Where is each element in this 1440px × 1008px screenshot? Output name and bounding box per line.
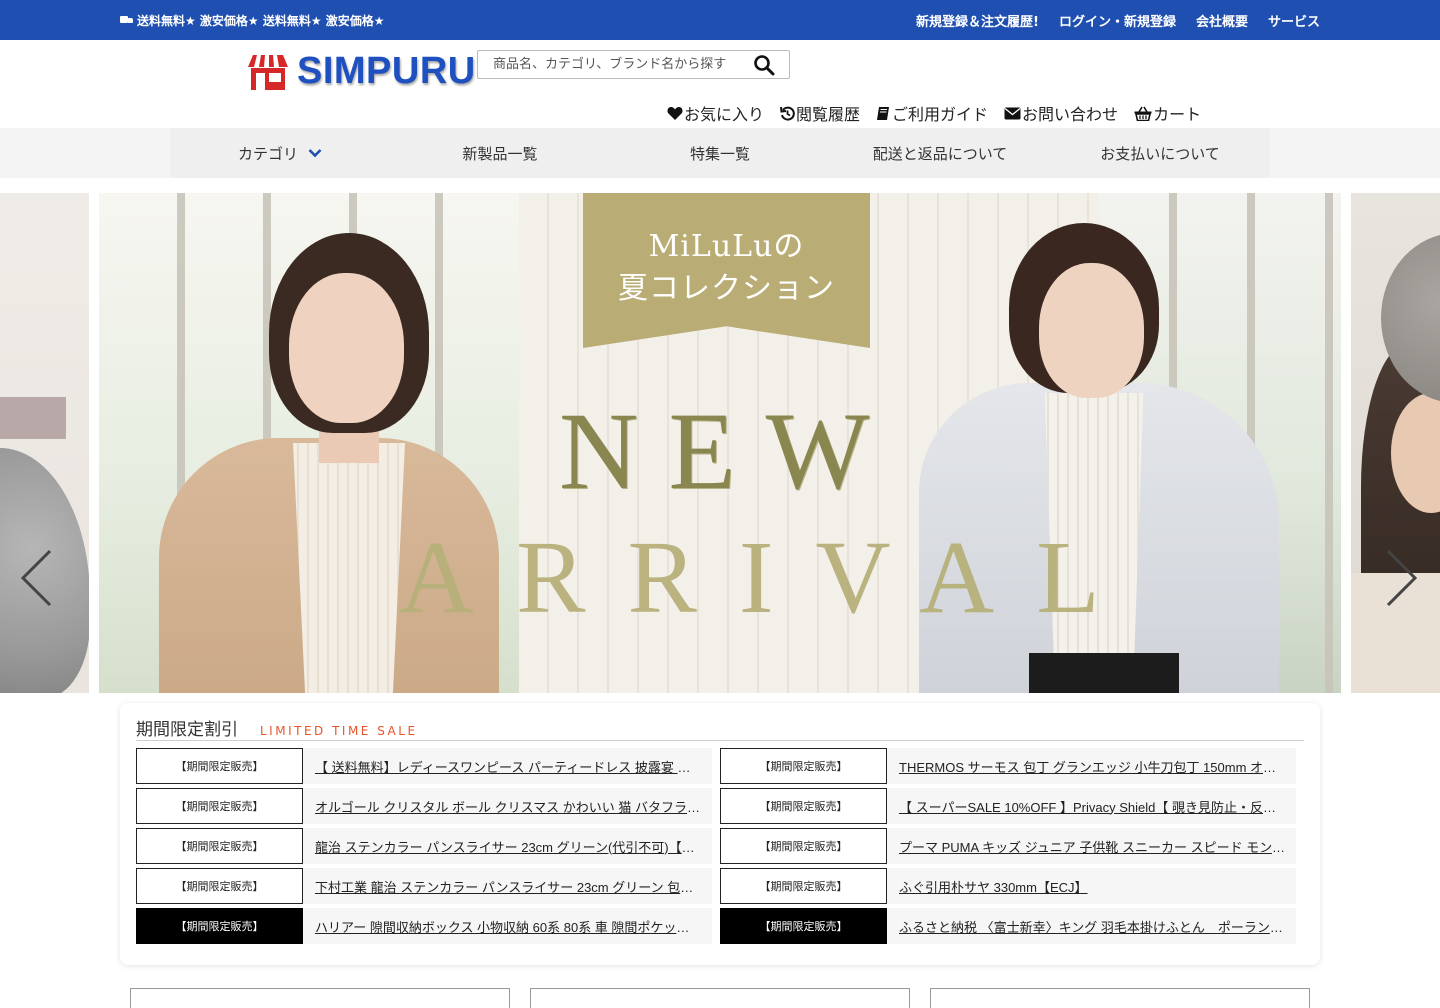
search-icon[interactable] [753, 54, 775, 76]
sale-item-link[interactable]: ふるさと納税 〈富士新幸〉キング 羽毛本掛けふとん ポーランド産 [887, 908, 1296, 944]
sale-item-link[interactable]: オルゴール クリスタル ボール クリスマス かわいい 猫 バタフライ プレゼント [303, 788, 712, 824]
search-box [477, 50, 790, 79]
sale-item: 【期間限定販売】 【 スーパーSALE 10%OFF 】Privacy Shie… [720, 788, 1304, 824]
hero-carousel: MiLuLuの 夏コレクション NEW ARRIVAL [0, 193, 1440, 693]
sale-item: 【期間限定販売】 【 送料無料】レディースワンピース パーティードレス 披露宴 … [136, 748, 720, 784]
sale-item-link[interactable]: ハリアー 隙間収納ボックス 小物収納 60系 80系 車 隙間ポケット 収納 [303, 908, 712, 944]
sale-item: 【期間限定販売】 THERMOS サーモス 包丁 グランエッジ 小牛刀包丁 15… [720, 748, 1304, 784]
sale-item-link[interactable]: 龍治 ステンカラー パンスライサー 23cm グリーン(代引不可)【送料無料】 [303, 828, 712, 864]
nav-category[interactable]: カテゴリ [170, 128, 390, 178]
chevron-down-icon [308, 149, 322, 158]
sale-badge: 【期間限定販売】 [136, 788, 303, 824]
sale-item: 【期間限定販売】 オルゴール クリスタル ボール クリスマス かわいい 猫 バタ… [136, 788, 720, 824]
sale-header: 期間限定割引 LIMITED TIME SALE [136, 715, 1304, 741]
service-link[interactable]: サービス [1268, 11, 1320, 30]
nav-payment[interactable]: お支払いについて [1050, 128, 1270, 178]
contact-label: お問い合わせ [1022, 105, 1119, 124]
sale-badge: 【期間限定販売】 [136, 868, 303, 904]
top-links: 新規登録＆注文履歴! ログイン・新規登録 会社概要 サービス [916, 11, 1320, 30]
nav-features[interactable]: 特集一覧 [610, 128, 830, 178]
banner-headline-arrival: ARRIVAL [399, 520, 1142, 635]
history-icon [780, 106, 795, 121]
section-box [530, 988, 910, 1008]
nav-shipping-returns[interactable]: 配送と返品について [830, 128, 1050, 178]
utility-links: お気に入り 閲覧履歴 ご利用ガイド お問い合わせ カート [667, 101, 1201, 125]
cart-label: カート [1153, 105, 1202, 124]
collection-tag-line2: 夏コレクション [618, 271, 835, 306]
guide-label: ご利用ガイド [892, 105, 989, 124]
book-icon [877, 106, 890, 120]
cart-link[interactable]: カート [1134, 101, 1201, 125]
sale-item: 【期間限定販売】 ふるさと納税 〈富士新幸〉キング 羽毛本掛けふとん ポーランド… [720, 908, 1304, 944]
sale-item: 【期間限定販売】 龍治 ステンカラー パンスライサー 23cm グリーン(代引不… [136, 828, 720, 864]
sale-badge: 【期間限定販売】 [136, 908, 303, 944]
collection-tag-line1: MiLuLuの [648, 229, 805, 264]
sale-badge: 【期間限定販売】 [720, 868, 887, 904]
sale-badge: 【期間限定販売】 [720, 908, 887, 944]
sale-badge: 【期間限定販売】 [136, 748, 303, 784]
truck-icon [120, 16, 133, 25]
company-link[interactable]: 会社概要 [1196, 11, 1248, 30]
top-announcement-bar: 送料無料★ 激安価格★ 送料無料★ 激安価格★ 新規登録＆注文履歴! ログイン・… [0, 0, 1440, 40]
sale-item-link[interactable]: THERMOS サーモス 包丁 グランエッジ 小牛刀包丁 150mm オールステ… [887, 748, 1296, 784]
carousel-next-arrow-icon[interactable] [1384, 548, 1420, 608]
sale-title: 期間限定割引 [136, 720, 238, 740]
sale-item-link[interactable]: 下村工業 龍治 ステンカラー パンスライサー 23cm グリーン 包丁 日本製 [303, 868, 712, 904]
register-history-link[interactable]: 新規登録＆注文履歴! [916, 11, 1039, 30]
sale-item-link[interactable]: ふぐ引用朴サヤ 330mm【ECJ】 [887, 868, 1296, 904]
sale-item-link[interactable]: 【 スーパーSALE 10%OFF 】Privacy Shield【 覗き見防止… [887, 788, 1296, 824]
collection-tag: MiLuLuの 夏コレクション [583, 193, 870, 348]
history-label: 閲覧履歴 [796, 105, 861, 124]
sale-badge: 【期間限定販売】 [720, 788, 887, 824]
next-slide-image[interactable] [1351, 193, 1440, 693]
sale-item: 【期間限定販売】 下村工業 龍治 ステンカラー パンスライサー 23cm グリー… [136, 868, 720, 904]
history-link[interactable]: 閲覧履歴 [780, 101, 860, 125]
main-navigation: カテゴリ 新製品一覧 特集一覧 配送と返品について お支払いについて [0, 128, 1440, 178]
sale-item-link[interactable]: 【 送料無料】レディースワンピース パーティードレス 披露宴 二次会 結婚式 お… [303, 748, 712, 784]
section-box [930, 988, 1310, 1008]
section-box [130, 988, 510, 1008]
sale-badge: 【期間限定販売】 [720, 828, 887, 864]
nav-category-label: カテゴリ [237, 144, 298, 163]
search-input[interactable] [478, 51, 738, 78]
limited-time-sale-panel: 期間限定割引 LIMITED TIME SALE 【期間限定販売】 【 送料無料… [120, 703, 1320, 965]
nav-new-products[interactable]: 新製品一覧 [390, 128, 610, 178]
envelope-icon [1004, 107, 1021, 119]
sale-item-link[interactable]: プーマ PUMA キッズ ジュニア 子供靴 スニーカー スピード モンスター [887, 828, 1296, 864]
basket-icon [1134, 106, 1152, 121]
hero-banner-image[interactable]: MiLuLuの 夏コレクション NEW ARRIVAL [99, 193, 1341, 693]
promo-banner: 送料無料★ 激安価格★ 送料無料★ 激安価格★ [120, 12, 385, 29]
guide-link[interactable]: ご利用ガイド [876, 101, 988, 125]
favorites-label: お気に入り [684, 105, 765, 124]
login-register-link[interactable]: ログイン・新規登録 [1059, 11, 1176, 30]
carousel-prev-arrow-icon[interactable] [18, 548, 54, 608]
brand-name: SIMPURU [297, 50, 476, 92]
sale-item: 【期間限定販売】 プーマ PUMA キッズ ジュニア 子供靴 スニーカー スピー… [720, 828, 1304, 864]
sale-badge: 【期間限定販売】 [720, 748, 887, 784]
sale-badge: 【期間限定販売】 [136, 828, 303, 864]
sale-list: 【期間限定販売】 【 送料無料】レディースワンピース パーティードレス 披露宴 … [136, 748, 1304, 944]
sale-item: 【期間限定販売】 ふぐ引用朴サヤ 330mm【ECJ】 [720, 868, 1304, 904]
heart-icon [667, 106, 683, 120]
favorites-link[interactable]: お気に入り [667, 101, 764, 125]
previous-slide-image[interactable] [0, 193, 89, 693]
promo-text: 送料無料★ 激安価格★ 送料無料★ 激安価格★ [137, 14, 385, 28]
store-icon [248, 54, 288, 90]
site-logo[interactable]: SIMPURU [247, 50, 476, 93]
sale-subtitle: LIMITED TIME SALE [260, 724, 418, 738]
sale-item: 【期間限定販売】 ハリアー 隙間収納ボックス 小物収納 60系 80系 車 隙間… [136, 908, 720, 944]
contact-link[interactable]: お問い合わせ [1004, 101, 1118, 125]
banner-headline-new: NEW [559, 390, 900, 512]
